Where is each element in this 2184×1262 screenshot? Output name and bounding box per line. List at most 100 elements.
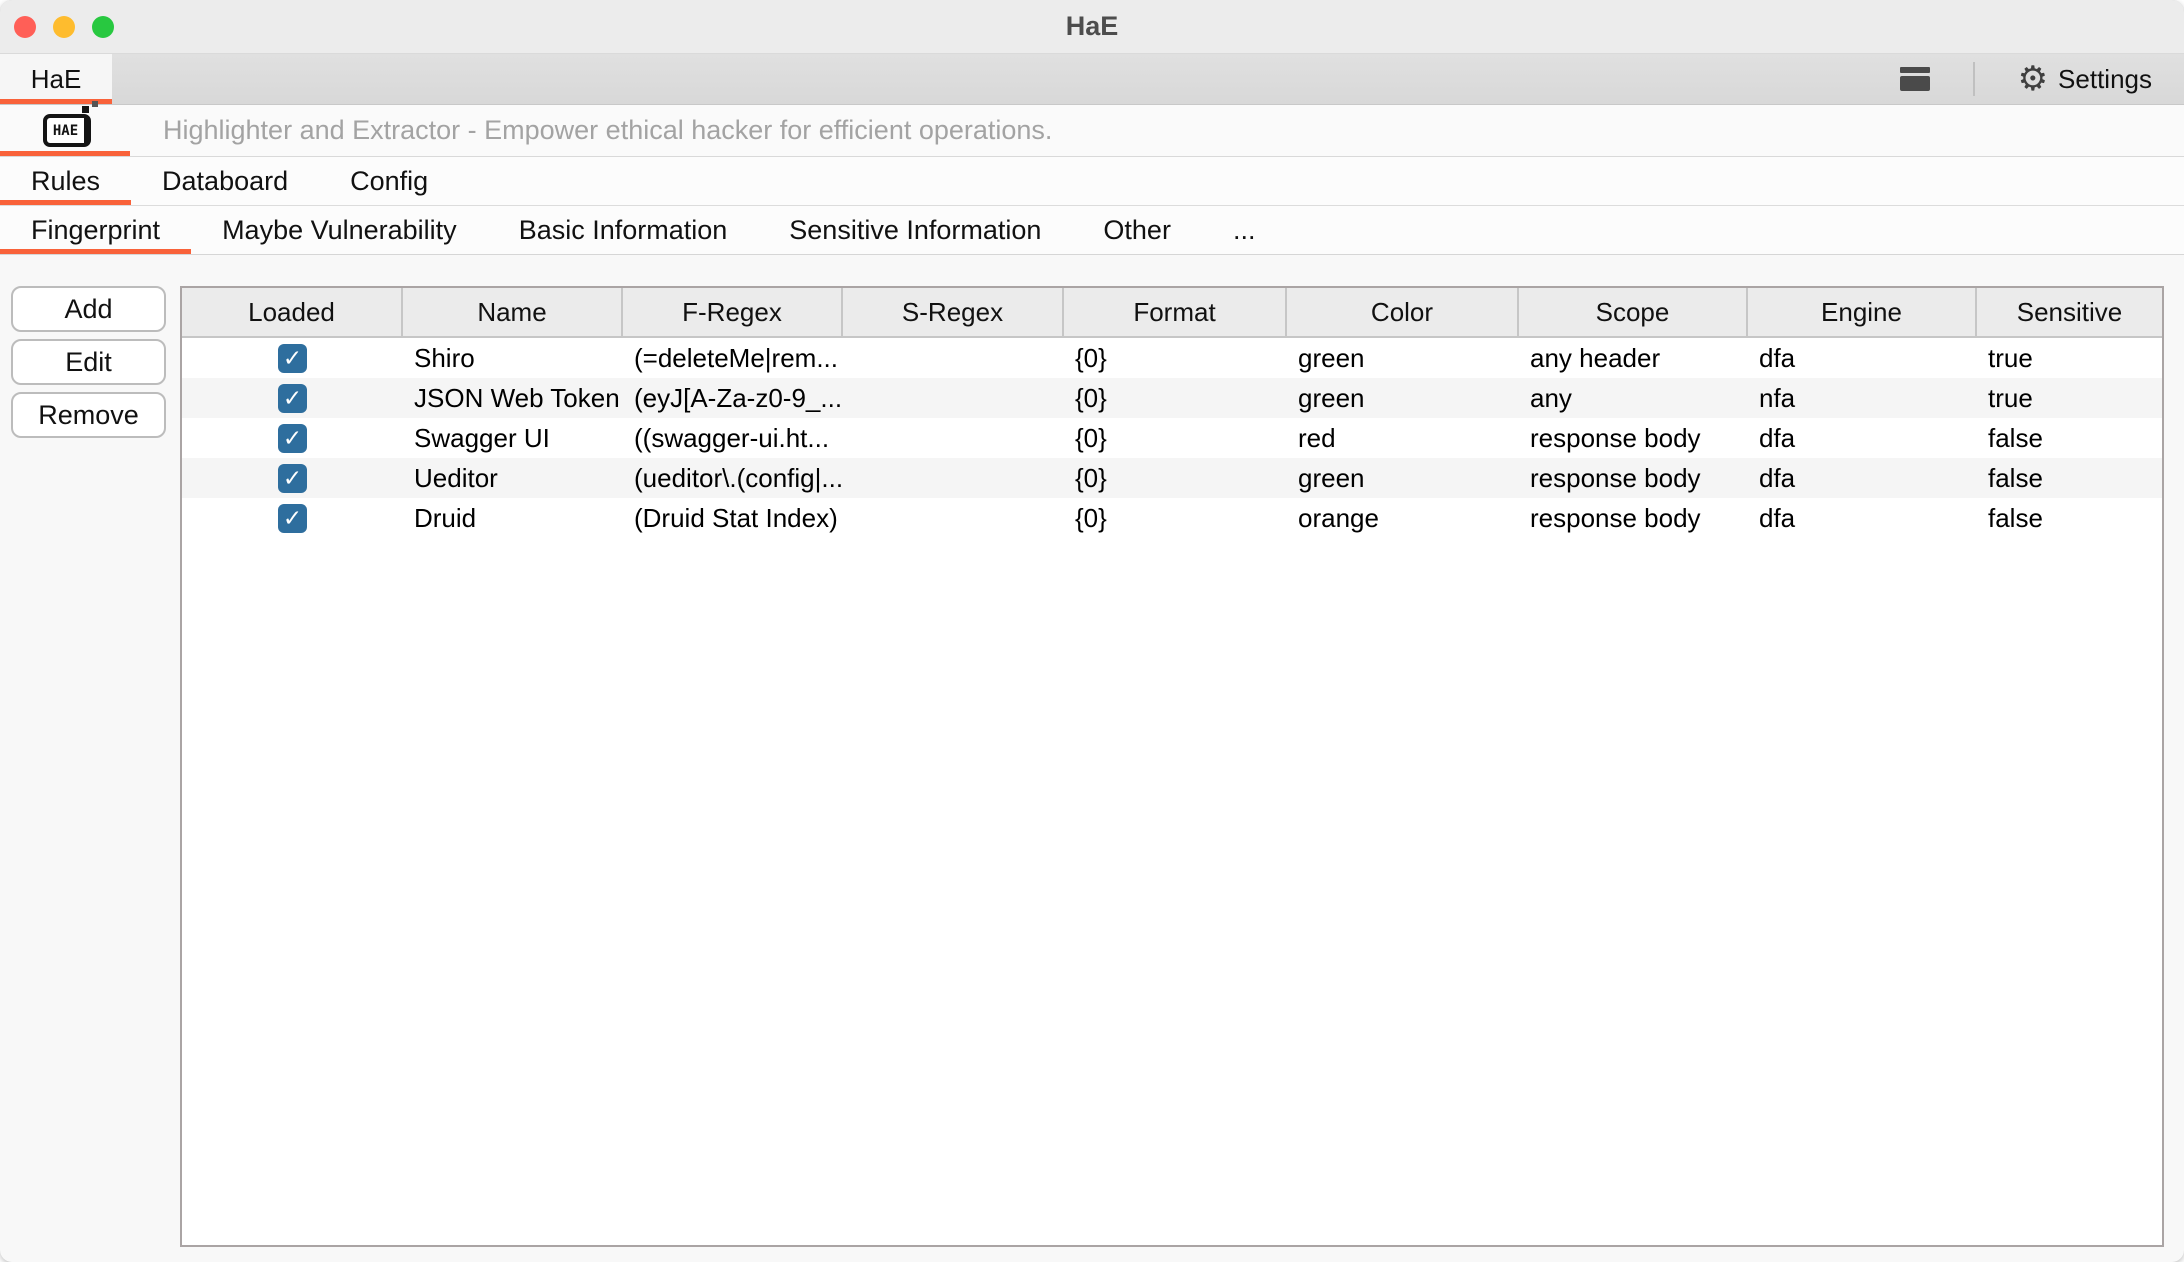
- suite-tab-label: HaE: [30, 63, 82, 94]
- cell-sensitive: true: [1988, 342, 2033, 373]
- traffic-lights: [14, 15, 114, 38]
- table-row[interactable]: ✓ Shiro (=deleteMe|rem... {0} green any …: [182, 338, 2162, 378]
- cell-s-regex: [843, 458, 1064, 498]
- tab-sensitive-information[interactable]: Sensitive Information: [758, 206, 1072, 254]
- table-row[interactable]: ✓ Ueditor (ueditor\.(config|... {0} gree…: [182, 458, 2162, 498]
- cell-format: {0}: [1075, 422, 1107, 453]
- rule-actions-sidebar: Add Edit Remove: [0, 255, 180, 1262]
- cell-format: {0}: [1075, 502, 1107, 533]
- loaded-checkbox[interactable]: ✓: [278, 463, 307, 493]
- gear-icon: ⚙: [2017, 59, 2049, 99]
- banner: HAE Highlighter and Extractor - Empower …: [0, 101, 2184, 157]
- edit-button[interactable]: Edit: [11, 339, 166, 385]
- cell-name: Swagger UI: [414, 422, 550, 453]
- close-window-button[interactable]: [14, 15, 36, 38]
- cell-color: orange: [1298, 502, 1379, 533]
- cell-engine: nfa: [1759, 382, 1796, 413]
- column-header-scope[interactable]: Scope: [1519, 288, 1748, 336]
- column-header-s-regex[interactable]: S-Regex: [843, 288, 1064, 336]
- rules-sub-tab-bar: Fingerprint Maybe Vulnerability Basic In…: [0, 206, 2184, 255]
- hae-logo-badge: HAE: [43, 114, 91, 147]
- tab-fingerprint[interactable]: Fingerprint: [0, 206, 192, 254]
- tab-databoard[interactable]: Databoard: [131, 157, 319, 205]
- cell-f-regex: (eyJ[A-Za-z0-9_...: [634, 382, 843, 413]
- table-row[interactable]: ✓ Druid (Druid Stat Index) {0} orange re…: [182, 498, 2162, 538]
- tab-more[interactable]: ...: [1202, 206, 1287, 254]
- suite-tab-hae[interactable]: HaE: [0, 54, 112, 104]
- tab-basic-information[interactable]: Basic Information: [488, 206, 759, 254]
- cell-s-regex: [843, 498, 1064, 538]
- column-header-engine[interactable]: Engine: [1748, 288, 1977, 336]
- add-button[interactable]: Add: [11, 286, 166, 332]
- settings-button[interactable]: ⚙ Settings: [2018, 62, 2152, 96]
- hae-window: HaE HaE ⚙ Settings HAE Highlighter and E…: [0, 0, 2184, 1262]
- cell-loaded: ✓: [182, 338, 403, 378]
- loaded-checkbox[interactable]: ✓: [278, 423, 307, 453]
- cell-name: JSON Web Token: [414, 382, 620, 413]
- cell-scope: any: [1530, 382, 1572, 413]
- table-header-row: Loaded Name F-Regex S-Regex Format Color…: [182, 288, 2162, 338]
- cell-engine: dfa: [1759, 422, 1796, 453]
- column-header-loaded[interactable]: Loaded: [182, 288, 403, 336]
- zoom-window-button[interactable]: [92, 15, 114, 38]
- column-header-format[interactable]: Format: [1064, 288, 1287, 336]
- cell-s-regex: [843, 378, 1064, 418]
- column-header-name[interactable]: Name: [403, 288, 623, 336]
- hae-logo: HAE: [43, 101, 98, 147]
- settings-label: Settings: [2058, 63, 2152, 94]
- cell-loaded: ✓: [182, 458, 403, 498]
- cell-scope: response body: [1530, 502, 1701, 533]
- cell-sensitive: false: [1988, 502, 2043, 533]
- cell-loaded: ✓: [182, 418, 403, 458]
- cell-name: Druid: [414, 502, 477, 533]
- cell-sensitive: false: [1988, 422, 2043, 453]
- app-subtitle: Highlighter and Extractor - Empower ethi…: [163, 115, 1053, 145]
- minimize-window-button[interactable]: [53, 15, 75, 38]
- cell-format: {0}: [1075, 382, 1107, 413]
- suite-tab-bar: HaE ⚙ Settings: [0, 54, 2184, 105]
- cell-scope: any header: [1530, 342, 1661, 373]
- cell-color: green: [1298, 462, 1365, 493]
- suite-bar-controls: ⚙ Settings: [1899, 54, 2184, 104]
- tab-maybe-vulnerability[interactable]: Maybe Vulnerability: [191, 206, 488, 254]
- rules-content: Add Edit Remove Loaded Name F-Regex S-Re…: [0, 255, 2184, 1262]
- cell-name: Ueditor: [414, 462, 498, 493]
- cell-f-regex: ((swagger-ui.ht...: [634, 422, 830, 453]
- cell-engine: dfa: [1759, 462, 1796, 493]
- vertical-divider: [1972, 62, 1975, 96]
- logo-pixel-decoration: [92, 101, 98, 107]
- rules-table: Loaded Name F-Regex S-Regex Format Color…: [180, 286, 2164, 1247]
- layout-window-icon-block: [1899, 76, 1930, 91]
- loaded-checkbox[interactable]: ✓: [278, 503, 307, 533]
- layout-window-icon[interactable]: [1899, 67, 1930, 91]
- cell-scope: response body: [1530, 462, 1701, 493]
- window-title: HaE: [1065, 11, 1119, 41]
- cell-color: green: [1298, 382, 1365, 413]
- loaded-checkbox[interactable]: ✓: [278, 383, 307, 413]
- column-header-color[interactable]: Color: [1287, 288, 1519, 336]
- table-row[interactable]: ✓ JSON Web Token (eyJ[A-Za-z0-9_... {0} …: [182, 378, 2162, 418]
- cell-format: {0}: [1075, 342, 1107, 373]
- cell-color: green: [1298, 342, 1365, 373]
- cell-format: {0}: [1075, 462, 1107, 493]
- cell-color: red: [1298, 422, 1336, 453]
- tab-other[interactable]: Other: [1072, 206, 1202, 254]
- cell-sensitive: false: [1988, 462, 2043, 493]
- cell-name: Shiro: [414, 342, 475, 373]
- column-header-f-regex[interactable]: F-Regex: [623, 288, 843, 336]
- loaded-checkbox[interactable]: ✓: [278, 343, 307, 373]
- tab-config[interactable]: Config: [319, 157, 459, 205]
- cell-scope: response body: [1530, 422, 1701, 453]
- cell-engine: dfa: [1759, 342, 1796, 373]
- cell-f-regex: (Druid Stat Index): [634, 502, 838, 533]
- logo-pixel-decoration: [82, 106, 89, 113]
- cell-s-regex: [843, 338, 1064, 378]
- cell-s-regex: [843, 418, 1064, 458]
- remove-button[interactable]: Remove: [11, 392, 166, 438]
- tab-rules[interactable]: Rules: [0, 157, 132, 205]
- column-header-sensitive[interactable]: Sensitive: [1977, 288, 2162, 336]
- table-row[interactable]: ✓ Swagger UI ((swagger-ui.ht... {0} red …: [182, 418, 2162, 458]
- cell-f-regex: (=deleteMe|rem...: [634, 342, 839, 373]
- table-body: ✓ Shiro (=deleteMe|rem... {0} green any …: [182, 338, 2162, 1245]
- main-tab-bar: Rules Databoard Config: [0, 157, 2184, 206]
